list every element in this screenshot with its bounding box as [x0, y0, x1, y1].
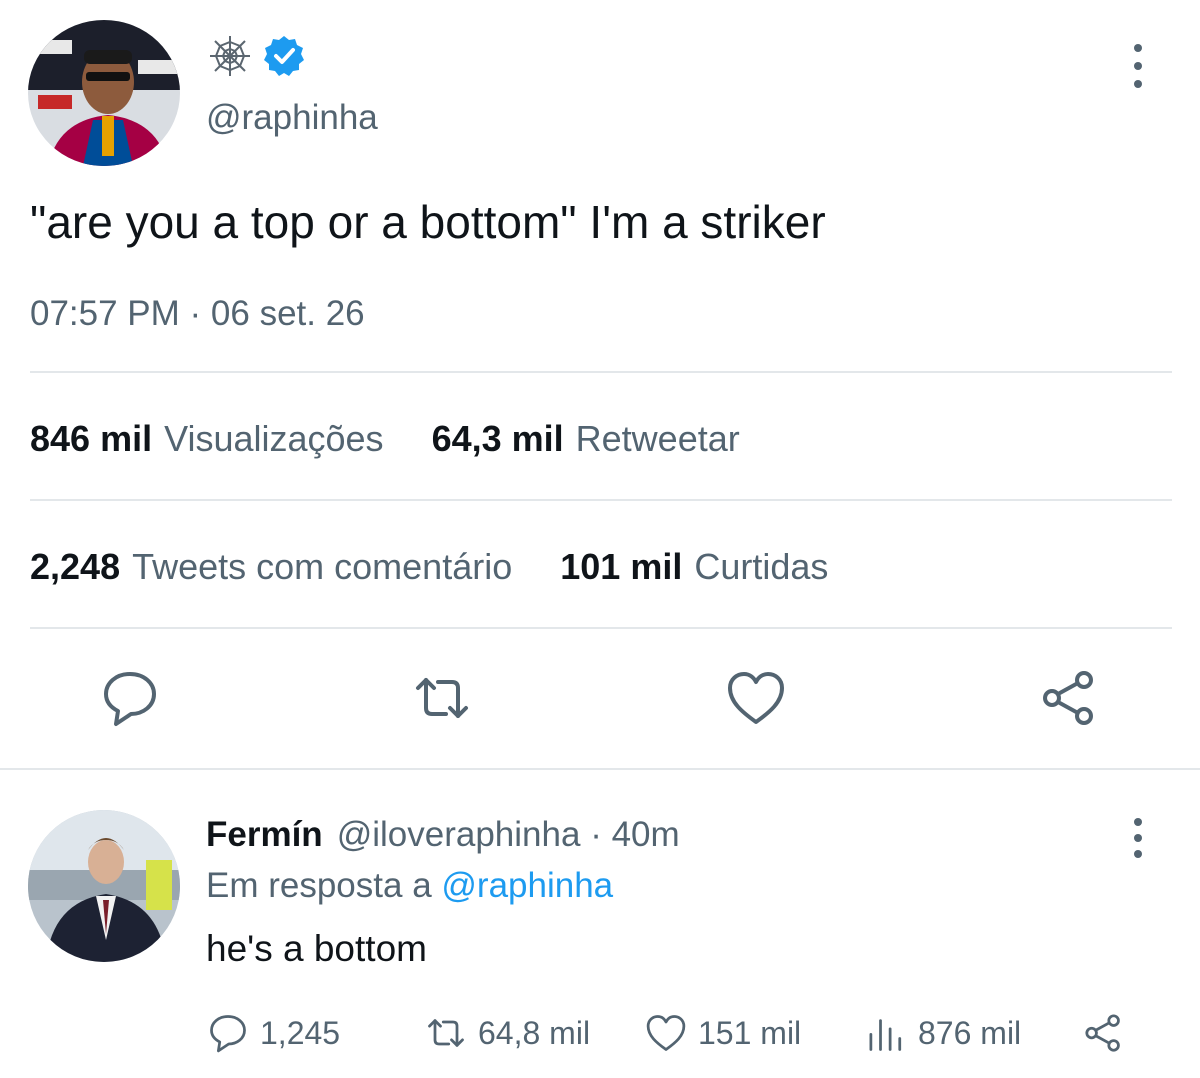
divider — [30, 371, 1172, 373]
more-options-icon[interactable] — [1118, 44, 1158, 88]
reply-header: Fermín @iloveraphinha · 40m — [206, 815, 680, 855]
tweet-text: "are you a top or a bottom" I'm a strike… — [30, 196, 826, 248]
verified-badge-icon — [262, 34, 306, 83]
share-icon[interactable] — [1038, 666, 1102, 735]
reply-retweets-count: 64,8 mil — [478, 1014, 591, 1051]
divider — [30, 627, 1172, 629]
reply-replies-count: 1,245 — [260, 1014, 341, 1051]
share-icon — [1085, 1014, 1120, 1052]
stats-row-2: 2,248 Tweets com comentário 101 mil Curt… — [30, 546, 876, 588]
in-reply-to-mention[interactable]: @raphinha — [441, 866, 613, 905]
tweet-timestamp[interactable]: 07:57 PM · 06 set. 26 — [30, 294, 365, 334]
avatar[interactable] — [28, 20, 180, 166]
views-label: Visualizações — [164, 418, 384, 459]
quotes-count[interactable]: 2,248 — [30, 546, 120, 588]
retweet-icon[interactable] — [410, 666, 474, 735]
divider — [30, 499, 1172, 501]
quotes-label[interactable]: Tweets com comentário — [132, 546, 512, 588]
retweet-icon — [428, 1019, 464, 1047]
like-icon[interactable] — [724, 666, 788, 735]
reply-author-name[interactable]: Fermín — [206, 815, 323, 854]
reply-more-options-icon[interactable] — [1118, 818, 1158, 858]
stats-row-1: 846 mil Visualizações 64,3 mil Retweetar — [30, 418, 788, 460]
views-count: 846 mil — [30, 418, 153, 459]
likes-count[interactable]: 101 mil — [560, 546, 682, 588]
divider — [0, 768, 1200, 770]
reply-icon[interactable] — [98, 666, 162, 735]
cobweb-icon — [206, 32, 254, 85]
reply-retweet-button[interactable]: 64,8 mil — [424, 1010, 590, 1056]
retweets-label[interactable]: Retweetar — [576, 418, 740, 460]
reply-time[interactable]: · 40m — [590, 815, 679, 854]
reply-views-count: 876 mil — [918, 1014, 1022, 1051]
retweets-count[interactable]: 64,3 mil — [432, 418, 564, 460]
reply-text: he's a bottom — [206, 928, 427, 969]
in-reply-to: Em resposta a @raphinha — [206, 866, 613, 906]
like-icon — [646, 1015, 686, 1051]
views-icon — [869, 1019, 902, 1051]
likes-label[interactable]: Curtidas — [694, 546, 828, 588]
reply-reply-button[interactable]: 1,245 — [206, 1010, 340, 1056]
reply-avatar[interactable] — [28, 810, 180, 962]
reply-views-button[interactable]: 876 mil — [864, 1010, 1021, 1056]
reply-like-button[interactable]: 151 mil — [644, 1010, 801, 1056]
reply-author-handle[interactable]: @iloveraphinha — [337, 815, 581, 854]
display-name-row — [206, 30, 306, 86]
reply-likes-count: 151 mil — [698, 1014, 802, 1051]
reply-icon — [210, 1015, 246, 1053]
author-handle[interactable]: @raphinha — [206, 98, 378, 138]
in-reply-to-prefix: Em resposta a — [206, 866, 442, 905]
reply-share-button[interactable] — [1082, 1010, 1126, 1056]
